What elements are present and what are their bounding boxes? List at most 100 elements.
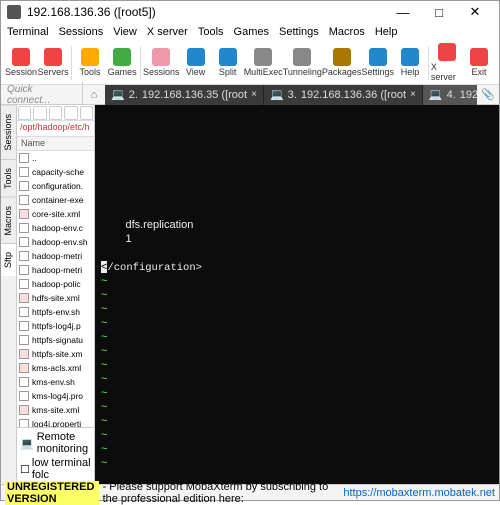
file-item[interactable]: configuration.	[17, 179, 94, 193]
sftp-icon[interactable]	[18, 106, 31, 120]
packages-icon	[333, 48, 351, 66]
file-item[interactable]: capacity-sche	[17, 165, 94, 179]
file-item[interactable]: hadoop-metri	[17, 249, 94, 263]
remote-monitoring-button[interactable]: 💻 Remote monitoring	[20, 431, 91, 455]
sftp-path[interactable]: /opt/hadoop/etc/h	[17, 121, 94, 137]
tab-icon: 💻	[429, 88, 443, 101]
sftp-icon[interactable]	[64, 106, 77, 120]
tool-tools[interactable]: Tools	[74, 43, 106, 83]
file-icon	[19, 167, 29, 177]
session-tab[interactable]: 💻2.192.168.136.35 ([root×	[105, 85, 264, 105]
tool-sessions[interactable]: Sessions	[143, 43, 180, 83]
menu-x-server[interactable]: X server	[147, 26, 188, 38]
menu-help[interactable]: Help	[375, 26, 398, 38]
tools-icon	[81, 48, 99, 66]
file-item[interactable]: ..	[17, 151, 94, 165]
vtab-macros[interactable]: Macros	[1, 197, 16, 244]
file-icon	[19, 223, 29, 233]
tool-label: Tools	[80, 67, 101, 77]
session-icon	[12, 48, 30, 66]
split-icon	[219, 48, 237, 66]
tool-help[interactable]: Help	[394, 43, 426, 83]
menu-sessions[interactable]: Sessions	[59, 26, 104, 38]
tool-games[interactable]: Games	[106, 43, 138, 83]
sftp-icon[interactable]	[49, 106, 62, 120]
file-item[interactable]: hadoop-env.c	[17, 221, 94, 235]
file-item[interactable]: hadoop-polic	[17, 277, 94, 291]
follow-terminal-checkbox[interactable]: ☐ low terminal folc	[20, 457, 91, 481]
tool-label: MultiExec	[244, 67, 283, 77]
tool-label: X server	[431, 62, 463, 82]
tool-label: Split	[219, 67, 237, 77]
tab-close-icon[interactable]: ×	[410, 89, 416, 100]
multiexec-icon	[254, 48, 272, 66]
session-tab[interactable]: 💻3.192.168.136.36 ([root×	[264, 85, 423, 105]
file-item[interactable]: kms-log4j.pro	[17, 389, 94, 403]
file-item[interactable]: hadoop-metri	[17, 263, 94, 277]
file-item[interactable]: httpfs-signatu	[17, 333, 94, 347]
file-item[interactable]: httpfs-site.xm	[17, 347, 94, 361]
file-header-name[interactable]: Name	[17, 137, 94, 151]
tool-tunneling[interactable]: Tunneling	[283, 43, 322, 83]
tool-servers[interactable]: Servers	[37, 43, 69, 83]
menu-tools[interactable]: Tools	[198, 26, 224, 38]
side-tabs: SessionsToolsMacrosSftp	[1, 105, 17, 484]
attach-icon[interactable]: 📎	[477, 88, 499, 101]
file-item[interactable]: httpfs-env.sh	[17, 305, 94, 319]
sidebar-bottom: 💻 Remote monitoring ☐ low terminal folc	[17, 427, 94, 484]
status-link[interactable]: https://mobaxterm.mobatek.net	[343, 487, 495, 499]
toolbar: SessionServers Tools Games SessionsView Spli…	[1, 41, 499, 85]
quick-connect-input[interactable]: Quick connect...	[1, 82, 83, 108]
terminal[interactable]: dfs.replication 1 </configuration> ~ ~ ~…	[95, 105, 499, 484]
maximize-button[interactable]: □	[421, 1, 457, 23]
vtab-sftp[interactable]: Sftp	[1, 243, 16, 276]
file-icon	[19, 307, 29, 317]
tool-label: Exit	[471, 67, 486, 77]
file-item[interactable]: httpfs-log4j.p	[17, 319, 94, 333]
file-item[interactable]: hdfs-site.xml	[17, 291, 94, 305]
tab-close-icon[interactable]: ×	[251, 89, 257, 100]
file-item[interactable]: kms-acls.xml	[17, 361, 94, 375]
menu-terminal[interactable]: Terminal	[7, 26, 49, 38]
menu-games[interactable]: Games	[234, 26, 269, 38]
vtab-sessions[interactable]: Sessions	[1, 105, 16, 159]
menu-view[interactable]: View	[113, 26, 137, 38]
exit-icon	[470, 48, 488, 66]
follow-label: low terminal folc	[32, 457, 91, 481]
minimize-button[interactable]: —	[385, 1, 421, 23]
file-icon	[19, 265, 29, 275]
file-icon	[19, 377, 29, 387]
sftp-icon[interactable]	[80, 106, 93, 120]
file-item[interactable]: hadoop-env.sh	[17, 235, 94, 249]
session-tab[interactable]: 💻4.192.168.136.36 ([root×	[423, 85, 477, 105]
tool-session[interactable]: Session	[5, 43, 37, 83]
menu-macros[interactable]: Macros	[329, 26, 365, 38]
menu-settings[interactable]: Settings	[279, 26, 319, 38]
tool-label: Games	[108, 67, 137, 77]
file-item[interactable]: kms-site.xml	[17, 403, 94, 417]
tool-multiexec[interactable]: MultiExec	[244, 43, 283, 83]
file-item[interactable]: container-exe	[17, 193, 94, 207]
file-icon	[19, 279, 29, 289]
games-icon	[113, 48, 131, 66]
sftp-icon[interactable]	[33, 106, 46, 120]
tool-x server[interactable]: X server	[431, 43, 463, 83]
tool-settings[interactable]: Settings	[361, 43, 394, 83]
file-item[interactable]: core-site.xml	[17, 207, 94, 221]
tab-label: 192.168.136.36 ([root	[301, 89, 406, 101]
vtab-tools[interactable]: Tools	[1, 159, 16, 197]
file-name: ..	[32, 153, 37, 163]
home-tab-icon[interactable]: ⌂	[83, 89, 105, 101]
close-button[interactable]: ✕	[457, 1, 493, 23]
tool-split[interactable]: Split	[212, 43, 244, 83]
tool-view[interactable]: View	[180, 43, 212, 83]
file-item[interactable]: kms-env.sh	[17, 375, 94, 389]
tool-exit[interactable]: Exit	[463, 43, 495, 83]
sftp-sidebar: /opt/hadoop/etc/h Name ..capacity-scheco…	[17, 105, 95, 484]
window-title: 192.168.136.36 ([root5])	[27, 5, 385, 19]
file-item[interactable]: log4j.properti	[17, 417, 94, 427]
tool-packages[interactable]: Packages	[322, 43, 362, 83]
file-icon	[19, 153, 29, 163]
view-icon	[187, 48, 205, 66]
file-icon	[19, 419, 29, 427]
